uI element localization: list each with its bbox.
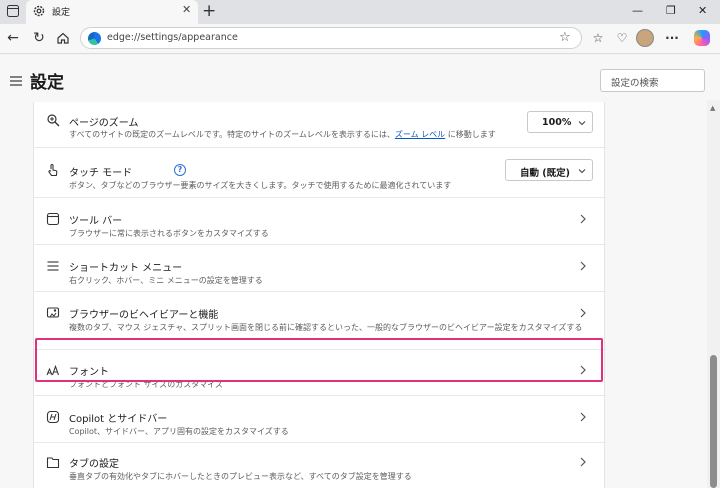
profile-avatar[interactable] [636,29,654,47]
chevron-right-icon[interactable] [578,457,588,467]
help-icon[interactable]: ? [174,164,186,176]
close-tab-button[interactable]: ✕ [182,3,191,16]
setting-title: タブの設定 [69,459,119,470]
browser-toolbar: ← ↻ edge://settings/appearance ☆ ☆ ♡ ··· [0,24,720,54]
gear-icon [33,5,45,17]
page-title: 設定 [30,73,64,93]
chevron-down-icon [578,169,586,174]
tab-settings[interactable]: 設定 ✕ [26,0,198,24]
setting-title: タッチ モード [69,168,133,179]
setting-title: ショートカット メニュー [69,263,183,274]
setting-description: 右クリック、ホバー、ミニ メニューの設定を管理する [69,276,263,285]
url-text[interactable]: edge://settings/appearance [107,32,238,43]
copilot-outline-icon [46,410,60,424]
touch-icon [48,163,58,177]
setting-row-tabs[interactable]: タブの設定 垂直タブの有効化やタブにホバーしたときのプレビュー表示など、すべての… [34,443,606,488]
setting-row-browser-behavior[interactable]: ブラウザーのビヘイビアーと機能 複数のタブ、マウス ジェスチャ、スプリット画面を… [34,292,606,350]
setting-description: Copilot、サイドバー、アプリ固有の設定をカスタマイズする [69,427,289,436]
title-bar: 設定 ✕ + — ❐ ✕ [0,0,720,24]
search-placeholder: 設定の検索 [611,78,659,89]
setting-title: Copilot とサイドバー [69,414,168,425]
setting-description: すべてのサイトの既定のズームレベルです。特定のサイトのズームレベルを表示するには… [69,130,496,139]
copilot-icon[interactable] [694,30,710,46]
close-window-button[interactable]: ✕ [698,4,707,17]
tab-actions-icon[interactable] [7,5,19,17]
zoom-dropdown[interactable]: 100% [527,111,593,133]
setting-row-toolbar[interactable]: ツール バー ブラウザーに常に表示されるボタンをカスタマイズする [34,198,606,245]
setting-description: 複数のタブ、マウス ジェスチャ、スプリット画面を閉じる前に確認するといった、一般… [69,323,583,332]
page-scrollbar[interactable]: ▲ [707,100,720,488]
chevron-right-icon[interactable] [578,365,588,375]
chevron-right-icon[interactable] [578,308,588,318]
setting-row-fonts[interactable]: フォント フォントとフォント サイズのカスタマイズ [34,350,606,396]
touch-mode-value: 自動 (既定) [520,168,570,179]
scrollbar-thumb[interactable] [710,355,717,488]
new-tab-button[interactable]: + [202,1,216,21]
browser-essentials-icon[interactable]: ♡ [614,30,630,46]
setting-row-zoom: ページのズーム すべてのサイトの既定のズームレベルです。特定のサイトのズームレベ… [34,102,606,148]
chevron-down-icon [578,121,586,126]
zoom-level-link[interactable]: ズーム レベル [395,130,445,139]
chevron-right-icon[interactable] [578,261,588,271]
back-icon[interactable]: ← [4,29,22,47]
setting-row-touch: タッチ モード ? ボタン、タブなどのブラウザー要素のサイズを大きくします。タッ… [34,148,606,198]
appearance-card: ページのズーム すべてのサイトの既定のズームレベルです。特定のサイトのズームレベ… [33,102,606,488]
tabs-icon [46,457,60,469]
menu-icon[interactable] [10,76,22,86]
setting-row-copilot-sidebar[interactable]: Copilot とサイドバー Copilot、サイドバー、アプリ固有の設定をカス… [34,396,606,443]
setting-title: ブラウザーのビヘイビアーと機能 [69,310,219,321]
chevron-right-icon[interactable] [578,214,588,224]
setting-description: 垂直タブの有効化やタブにホバーしたときのプレビュー表示など、すべてのタブ設定を管… [69,472,412,481]
browser-features-icon [46,307,60,318]
address-bar[interactable]: edge://settings/appearance ☆ [80,27,582,49]
menu-lines-icon [47,261,59,271]
touch-mode-dropdown[interactable]: 自動 (既定) [505,159,593,181]
settings-search-input[interactable]: 設定の検索 [600,69,705,92]
scroll-up-icon[interactable]: ▲ [710,104,715,112]
tab-title: 設定 [52,8,71,18]
setting-description: フォントとフォント サイズのカスタマイズ [69,380,224,389]
refresh-icon[interactable]: ↻ [30,29,48,47]
favorites-icon[interactable]: ☆ [590,30,606,46]
home-icon[interactable] [56,31,70,45]
chevron-right-icon[interactable] [578,412,588,422]
favorite-star-icon[interactable]: ☆ [559,30,571,45]
maximize-button[interactable]: ❐ [666,4,676,17]
setting-row-context-menu[interactable]: ショートカット メニュー 右クリック、ホバー、ミニ メニューの設定を管理する [34,245,606,292]
setting-description: ボタン、タブなどのブラウザー要素のサイズを大きくします。タッチで使用するために最… [69,181,452,190]
more-options-icon[interactable]: ··· [664,30,680,46]
settings-page: 設定 設定の検索 ページのズーム すべてのサイトの既定のズームレベルです。特定の… [0,55,720,488]
setting-title: ページのズーム [69,118,139,129]
setting-description: ブラウザーに常に表示されるボタンをカスタマイズする [69,229,269,238]
zoom-value: 100% [542,117,572,128]
font-icon [46,364,60,376]
zoom-icon [47,114,60,127]
setting-title: フォント [69,367,109,378]
setting-title: ツール バー [69,216,123,227]
toolbar-icon [46,212,60,226]
edge-logo-icon [88,32,101,45]
minimize-button[interactable]: — [632,4,643,17]
